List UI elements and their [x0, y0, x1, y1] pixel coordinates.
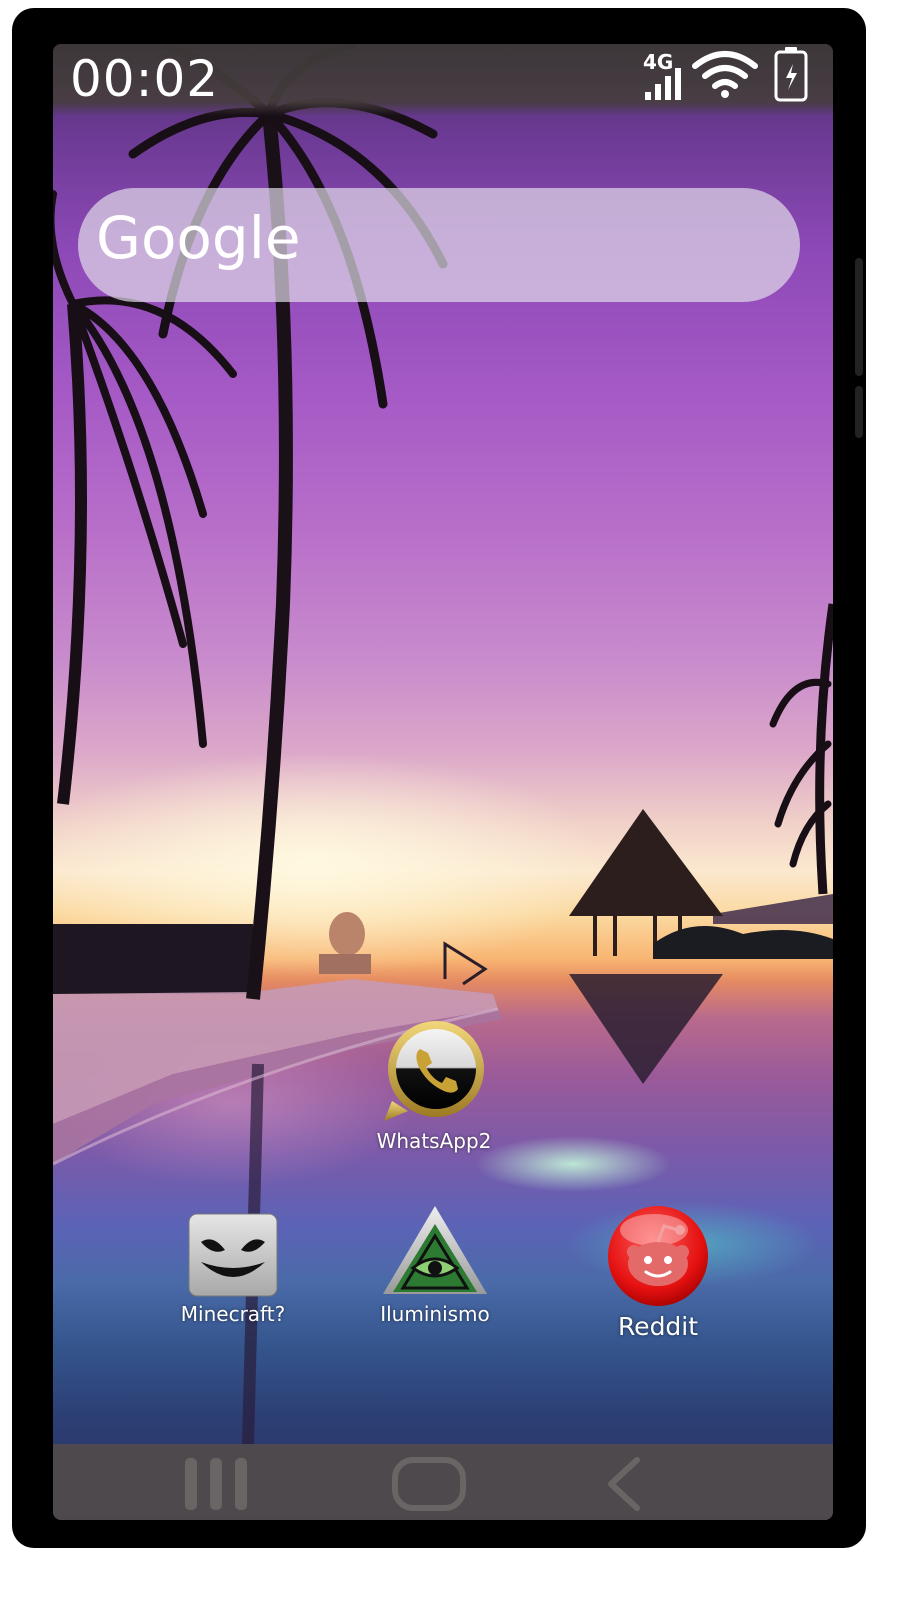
app-label-iluminismo: Iluminismo	[380, 1302, 490, 1326]
app-label-minecraft: Minecraft?	[180, 1302, 286, 1326]
navigation-bar	[53, 1444, 833, 1520]
network-type-label: 4G	[643, 50, 674, 74]
app-label-whatsapp2: WhatsApp2	[376, 1129, 492, 1153]
volume-down-button[interactable]	[855, 386, 863, 438]
search-bar-label: Google	[96, 204, 301, 272]
status-clock: 00:02	[70, 50, 220, 108]
app-label-reddit: Reddit	[617, 1312, 699, 1341]
illuminati-eye-icon	[383, 1206, 487, 1294]
app-reddit[interactable]: Reddit	[578, 1204, 738, 1341]
back-icon[interactable]	[603, 1456, 647, 1512]
home-icon[interactable]	[391, 1456, 467, 1512]
google-search-bar[interactable]: Google	[78, 188, 800, 302]
wifi-icon	[692, 51, 758, 98]
reddit-icon	[608, 1206, 708, 1306]
battery-charging-icon	[774, 47, 808, 102]
marshmello-icon	[188, 1213, 278, 1297]
app-whatsapp2[interactable]: WhatsApp2	[354, 1019, 514, 1153]
recent-apps-icon[interactable]	[183, 1456, 249, 1512]
app-iluminismo[interactable]: Iluminismo	[355, 1204, 515, 1326]
home-screen: 00:02 4G Google WhatsApp2 Minecraft? Ilu…	[53, 44, 833, 1520]
whatsapp-icon	[384, 1021, 484, 1121]
status-bar: 00:02 4G	[53, 44, 833, 116]
app-minecraft[interactable]: Minecraft?	[153, 1212, 313, 1326]
volume-up-button[interactable]	[855, 258, 863, 376]
